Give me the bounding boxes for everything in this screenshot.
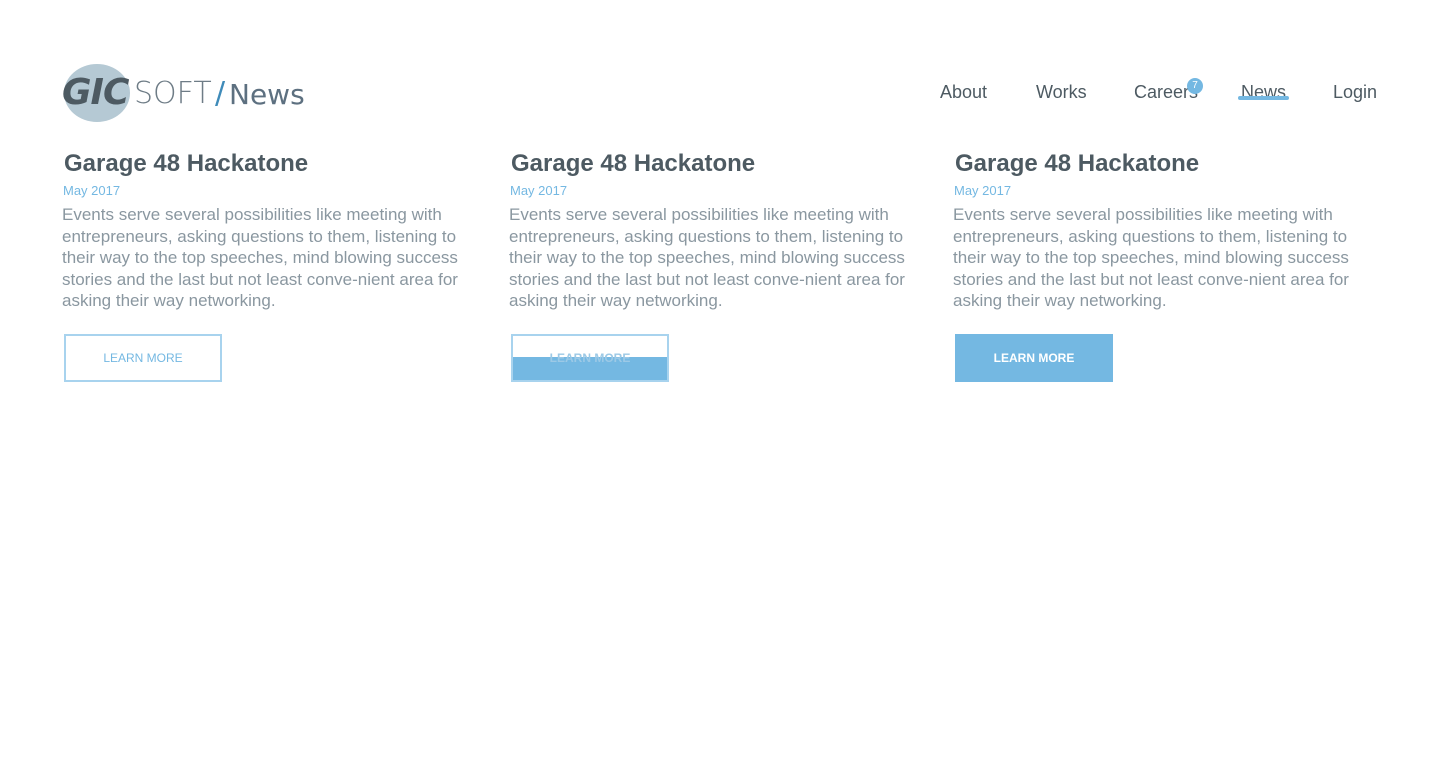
news-excerpt: Events serve several possibilities like … (62, 205, 458, 310)
news-excerpt: Events serve several possibilities like … (509, 205, 905, 310)
nav-item-news[interactable]: News (1241, 80, 1286, 104)
news-card: Garage 48 Hackatone May 2017 Events serv… (509, 148, 939, 382)
nav-item-login[interactable]: Login (1333, 80, 1377, 104)
page: GIC SOFT / News About Works Careers News… (0, 0, 1440, 768)
news-card: Garage 48 Hackatone May 2017 Events serv… (62, 148, 492, 382)
news-title[interactable]: Garage 48 Hackatone (511, 148, 939, 180)
learn-more-button[interactable]: LEARN MORE (955, 334, 1113, 382)
news-date: May 2017 (63, 183, 121, 198)
main-nav: About Works Careers News Login (0, 80, 1440, 110)
nav-item-about[interactable]: About (940, 80, 987, 104)
learn-more-label: LEARN MORE (549, 351, 631, 365)
nav-item-works[interactable]: Works (1036, 80, 1087, 104)
careers-count-badge: 7 (1187, 78, 1203, 94)
news-excerpt: Events serve several possibilities like … (953, 205, 1349, 310)
learn-more-button[interactable]: LEARN MORE (64, 334, 222, 382)
news-title[interactable]: Garage 48 Hackatone (955, 148, 1383, 180)
active-nav-indicator (1238, 96, 1289, 100)
news-date: May 2017 (510, 183, 568, 198)
news-date: May 2017 (954, 183, 1012, 198)
news-title[interactable]: Garage 48 Hackatone (64, 148, 492, 180)
news-card: Garage 48 Hackatone May 2017 Events serv… (953, 148, 1383, 382)
learn-more-button[interactable]: LEARN MORE (511, 334, 669, 382)
